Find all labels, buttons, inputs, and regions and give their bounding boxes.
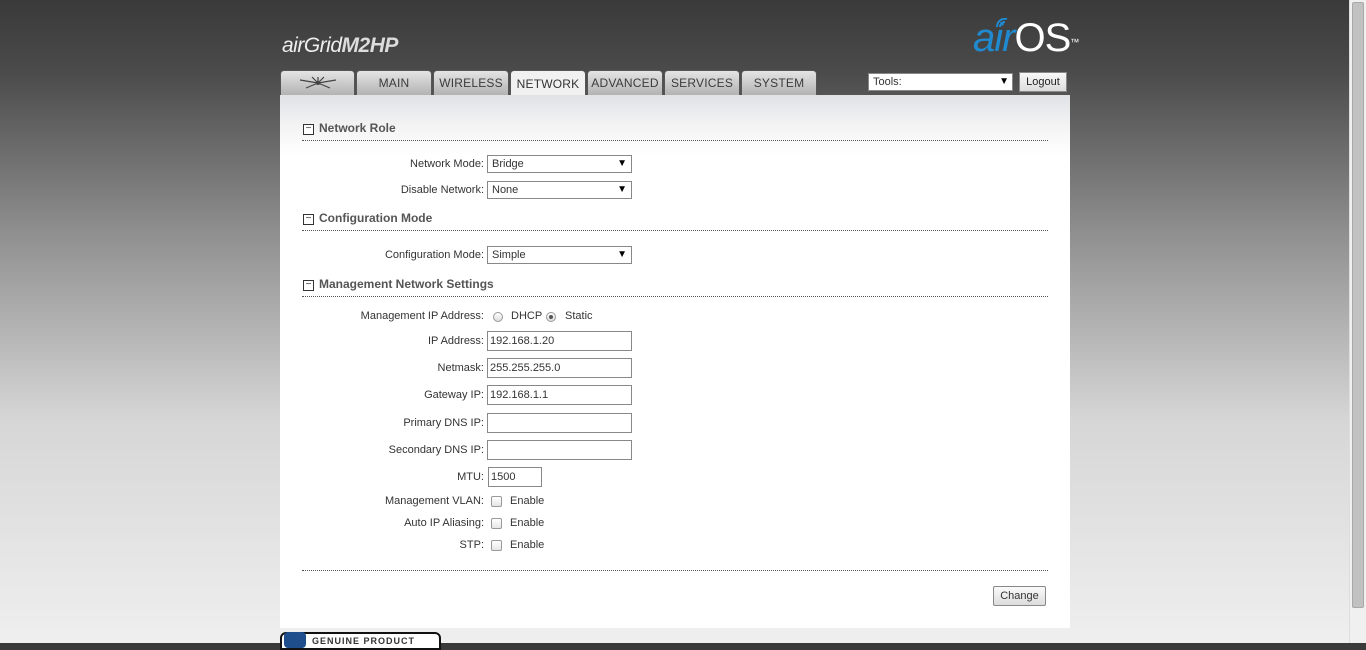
ip-address-label: IP Address: — [427, 335, 484, 347]
tools-select-value: Tools: — [873, 76, 902, 88]
tab-system[interactable]: SYSTEM — [741, 70, 817, 95]
primary-dns-label: Primary DNS IP: — [403, 417, 484, 429]
configuration-mode-value: Simple — [492, 249, 526, 261]
tab-network[interactable]: NETWORK — [510, 70, 586, 96]
airos-logo-air: air — [973, 16, 1015, 60]
wifi-arc-icon — [996, 18, 1008, 28]
genuine-product-text: GENUINE PRODUCT — [312, 636, 416, 646]
tab-wireless[interactable]: WIRELESS — [433, 70, 509, 95]
ubiquiti-logo-icon — [299, 76, 336, 89]
auto-ip-aliasing-enable-label: Enable — [510, 517, 545, 529]
product-logo-model: M2HP — [341, 34, 399, 57]
dhcp-label: DHCP — [511, 310, 543, 322]
section-management-network: − Management Network Settings — [302, 277, 1048, 297]
ip-address-input[interactable]: 192.168.1.20 — [487, 331, 632, 351]
configuration-mode-select[interactable]: Simple ▼ — [487, 246, 632, 264]
genuine-product-badge: GENUINE PRODUCT — [280, 632, 441, 650]
network-mode-value: Bridge — [492, 158, 524, 170]
tools-select[interactable]: Tools: ▼ — [868, 73, 1013, 91]
chevron-down-icon: ▼ — [617, 249, 627, 260]
configuration-mode-label: Configuration Mode: — [384, 249, 484, 261]
management-vlan-enable-label: Enable — [510, 495, 545, 507]
chevron-down-icon: ▼ — [617, 184, 627, 195]
disable-network-value: None — [492, 184, 519, 196]
network-mode-label: Network Mode: — [410, 158, 484, 170]
tab-home[interactable] — [280, 70, 355, 95]
secondary-dns-input[interactable] — [487, 440, 632, 460]
section-network-role: − Network Role — [302, 121, 1048, 141]
mtu-label: MTU: — [457, 471, 484, 483]
netmask-label: Netmask: — [437, 362, 484, 374]
logout-button[interactable]: Logout — [1019, 72, 1067, 92]
gateway-ip-label: Gateway IP: — [424, 389, 484, 401]
page-scrollbar[interactable] — [1349, 0, 1366, 643]
disable-network-select[interactable]: None ▼ — [487, 181, 632, 199]
collapse-icon[interactable]: − — [303, 214, 314, 225]
auto-ip-aliasing-checkbox[interactable] — [491, 518, 502, 529]
management-vlan-checkbox[interactable] — [491, 496, 502, 507]
tab-services[interactable]: SERVICES — [664, 70, 740, 95]
management-ip-label: Management IP Address: — [360, 310, 484, 322]
gateway-ip-input[interactable]: 192.168.1.1 — [487, 385, 632, 405]
main-tabs: MAIN WIRELESS NETWORK ADVANCED SERVICES … — [280, 70, 818, 96]
product-logo: airGridM2HP — [282, 34, 398, 58]
disable-network-label: Disable Network: — [400, 184, 484, 196]
auto-ip-aliasing-label: Auto IP Aliasing: — [404, 517, 484, 529]
primary-dns-input[interactable] — [487, 413, 632, 433]
dhcp-radio[interactable] — [493, 312, 503, 322]
divider — [302, 570, 1048, 571]
product-logo-air: air — [282, 34, 304, 57]
lock-icon — [284, 632, 306, 648]
tab-advanced[interactable]: ADVANCED — [587, 70, 663, 95]
collapse-icon[interactable]: − — [303, 124, 314, 135]
section-title: Network Role — [319, 121, 396, 135]
netmask-input[interactable]: 255.255.255.0 — [487, 358, 632, 378]
trademark: ™ — [1070, 37, 1079, 47]
network-mode-select[interactable]: Bridge ▼ — [487, 155, 632, 173]
network-settings-panel: − Network Role Network Mode: Bridge ▼ Di… — [280, 95, 1070, 628]
product-logo-grid: Grid — [303, 34, 342, 57]
stp-enable-label: Enable — [510, 539, 545, 551]
section-configuration-mode: − Configuration Mode — [302, 211, 1048, 231]
airos-logo: airOS ™ — [973, 16, 1079, 60]
change-button[interactable]: Change — [993, 586, 1046, 606]
stp-label: STP: — [459, 539, 484, 551]
tab-main[interactable]: MAIN — [356, 70, 432, 95]
management-vlan-label: Management VLAN: — [384, 495, 484, 507]
mtu-input[interactable]: 1500 — [488, 467, 542, 487]
static-label: Static — [565, 310, 593, 322]
chevron-down-icon: ▼ — [617, 158, 627, 169]
secondary-dns-label: Secondary DNS IP: — [388, 444, 484, 456]
chevron-down-icon: ▼ — [999, 76, 1009, 87]
section-title: Configuration Mode — [319, 211, 433, 225]
section-title: Management Network Settings — [319, 277, 494, 291]
collapse-icon[interactable]: − — [303, 280, 314, 291]
airos-logo-os: OS — [1014, 16, 1071, 60]
scrollbar-thumb[interactable] — [1352, 2, 1364, 608]
static-radio[interactable] — [546, 312, 556, 322]
stp-checkbox[interactable] — [491, 540, 502, 551]
